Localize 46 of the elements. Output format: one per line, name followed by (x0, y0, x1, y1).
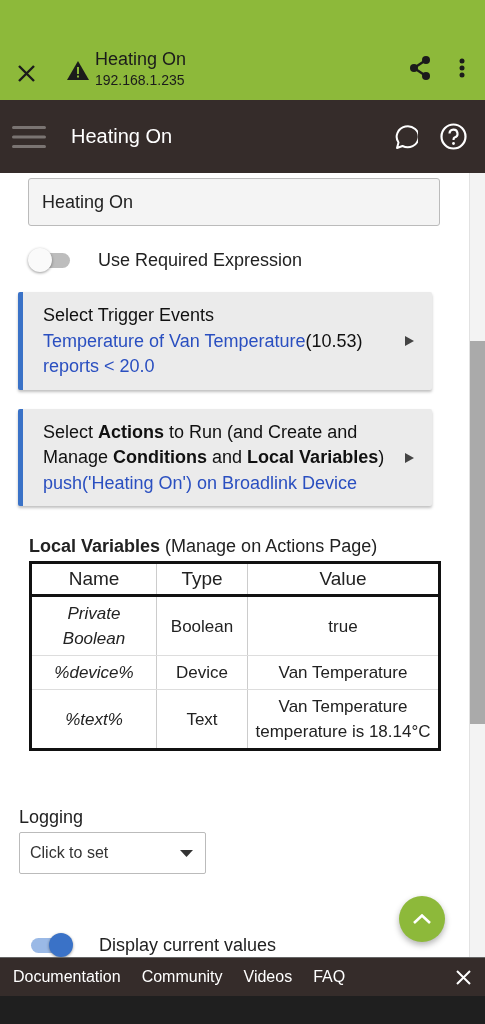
warning-icon (67, 61, 89, 80)
more-icon[interactable] (459, 58, 465, 78)
toggle-switch[interactable] (29, 933, 73, 957)
app-title: Heating On (71, 125, 174, 148)
scrollbar[interactable] (469, 173, 485, 957)
toggle-switch[interactable] (28, 248, 72, 272)
table-cell: Private Boolean (30, 595, 157, 656)
help-icon[interactable] (440, 123, 467, 150)
footer-link[interactable]: Documentation (13, 968, 121, 986)
logging-dropdown[interactable]: Click to set (19, 832, 206, 874)
section-card[interactable]: Select Actions to Run (and Create and Manage Conditions and Local Variables) push('Heating On') on Broadlink Device (18, 408, 432, 506)
section-title: Select Trigger Events (43, 304, 216, 327)
table-cell: true (247, 595, 440, 656)
close-icon (456, 969, 471, 985)
table-cell: Device (156, 655, 248, 690)
page-address: 192.168.1.235 (95, 72, 186, 88)
table-cell: Van Temperature temperature is 18.14°C (247, 689, 440, 750)
dropdown-caret-icon (180, 849, 193, 857)
field-label: Logging (19, 807, 85, 828)
table-cell: Text (156, 689, 248, 750)
table-cell: %text% (30, 689, 157, 750)
section-heading: Local Variables (Manage on Actions Page) (29, 536, 379, 557)
toggle-label: Display current values (99, 934, 277, 956)
section-summary: Temperature of Van Temperature(10.53) reports < 20.0 (43, 329, 364, 378)
toggle-label: Use Required Expression (98, 249, 303, 271)
column-header: Value (247, 562, 440, 596)
close-button[interactable] (454, 967, 473, 987)
share-icon[interactable] (409, 56, 431, 80)
page-title: Heating On (95, 49, 188, 70)
section-card[interactable]: Select Trigger Events Temperature of Van Temperature(10.53) reports < 20.0 (18, 292, 432, 390)
section-title: Select Actions to Run (and Create and Manage Conditions and Local Variables) (43, 420, 386, 469)
expand-arrow-icon (405, 452, 414, 463)
footer-link[interactable]: FAQ (313, 968, 346, 986)
name-field[interactable]: Heating On (28, 178, 440, 226)
chevron-up-icon (413, 914, 431, 924)
footer-link[interactable]: Community (141, 968, 223, 986)
table-cell: Van Temperature (247, 655, 440, 690)
table-cell: Boolean (156, 595, 248, 656)
column-header: Name (30, 562, 157, 596)
section-summary: push('Heating On') on Broadlink Device (43, 471, 359, 495)
footer-link[interactable]: Videos (243, 968, 293, 986)
column-header: Type (156, 562, 248, 596)
close-icon[interactable] (18, 65, 35, 82)
expand-arrow-icon (405, 336, 414, 347)
table-cell: %device% (30, 655, 157, 690)
menu-icon[interactable] (12, 124, 46, 149)
